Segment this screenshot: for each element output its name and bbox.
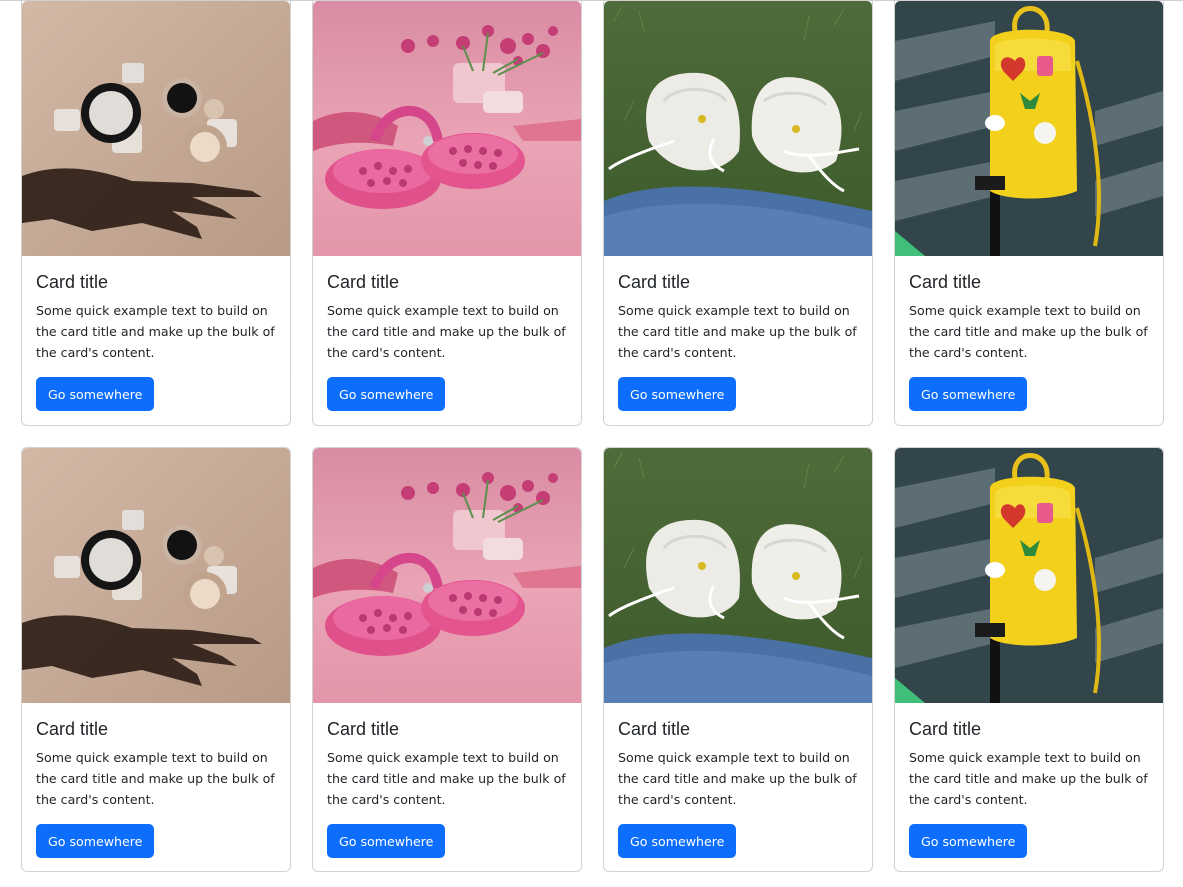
yellow-backpack-stairs-photo	[895, 1, 1163, 256]
card-text: Some quick example text to build on the …	[618, 303, 857, 360]
go-somewhere-button[interactable]: Go somewhere	[36, 824, 155, 858]
go-somewhere-button[interactable]: Go somewhere	[909, 824, 1028, 858]
card: Card title Some quick example text to bu…	[312, 1, 582, 426]
card-title: Card title	[36, 719, 109, 739]
go-somewhere-button[interactable]: Go somewhere	[327, 824, 446, 858]
card-title: Card title	[327, 272, 400, 292]
card: Card title Some quick example text to bu…	[603, 447, 873, 872]
card: Card title Some quick example text to bu…	[894, 447, 1164, 872]
card-image-sneakers	[604, 448, 872, 703]
cosmetics-hand-shadow-photo	[22, 448, 290, 703]
card: Card title Some quick example text to bu…	[894, 1, 1164, 426]
pink-clogs-photo	[313, 1, 581, 256]
card-text: Some quick example text to build on the …	[618, 750, 857, 807]
card-image-cosmetics	[22, 448, 290, 703]
card-image-clogs	[313, 1, 581, 256]
card-title: Card title	[618, 719, 691, 739]
go-somewhere-button[interactable]: Go somewhere	[618, 824, 737, 858]
go-somewhere-button[interactable]: Go somewhere	[36, 377, 155, 411]
card-image-sneakers	[604, 1, 872, 256]
card-text: Some quick example text to build on the …	[327, 750, 566, 807]
pink-clogs-photo	[313, 448, 581, 703]
card-text: Some quick example text to build on the …	[36, 303, 275, 360]
card-text: Some quick example text to build on the …	[327, 303, 566, 360]
card-image-cosmetics	[22, 1, 290, 256]
white-sneakers-jeans-photo	[604, 1, 872, 256]
card-title: Card title	[618, 272, 691, 292]
card-title: Card title	[327, 719, 400, 739]
cosmetics-hand-shadow-photo	[22, 1, 290, 256]
card: Card title Some quick example text to bu…	[312, 447, 582, 872]
card: Card title Some quick example text to bu…	[21, 447, 291, 872]
go-somewhere-button[interactable]: Go somewhere	[618, 377, 737, 411]
card-text: Some quick example text to build on the …	[909, 750, 1148, 807]
card-image-backpack	[895, 1, 1163, 256]
go-somewhere-button[interactable]: Go somewhere	[327, 377, 446, 411]
card: Card title Some quick example text to bu…	[603, 1, 873, 426]
card-image-backpack	[895, 448, 1163, 703]
card-text: Some quick example text to build on the …	[909, 303, 1148, 360]
card-text: Some quick example text to build on the …	[36, 750, 275, 807]
card-title: Card title	[909, 272, 982, 292]
card-image-clogs	[313, 448, 581, 703]
card-title: Card title	[909, 719, 982, 739]
white-sneakers-jeans-photo	[604, 448, 872, 703]
yellow-backpack-stairs-photo	[895, 448, 1163, 703]
card-grid: Card title Some quick example text to bu…	[21, 1, 1164, 872]
card-title: Card title	[36, 272, 109, 292]
card: Card title Some quick example text to bu…	[21, 1, 291, 426]
go-somewhere-button[interactable]: Go somewhere	[909, 377, 1028, 411]
